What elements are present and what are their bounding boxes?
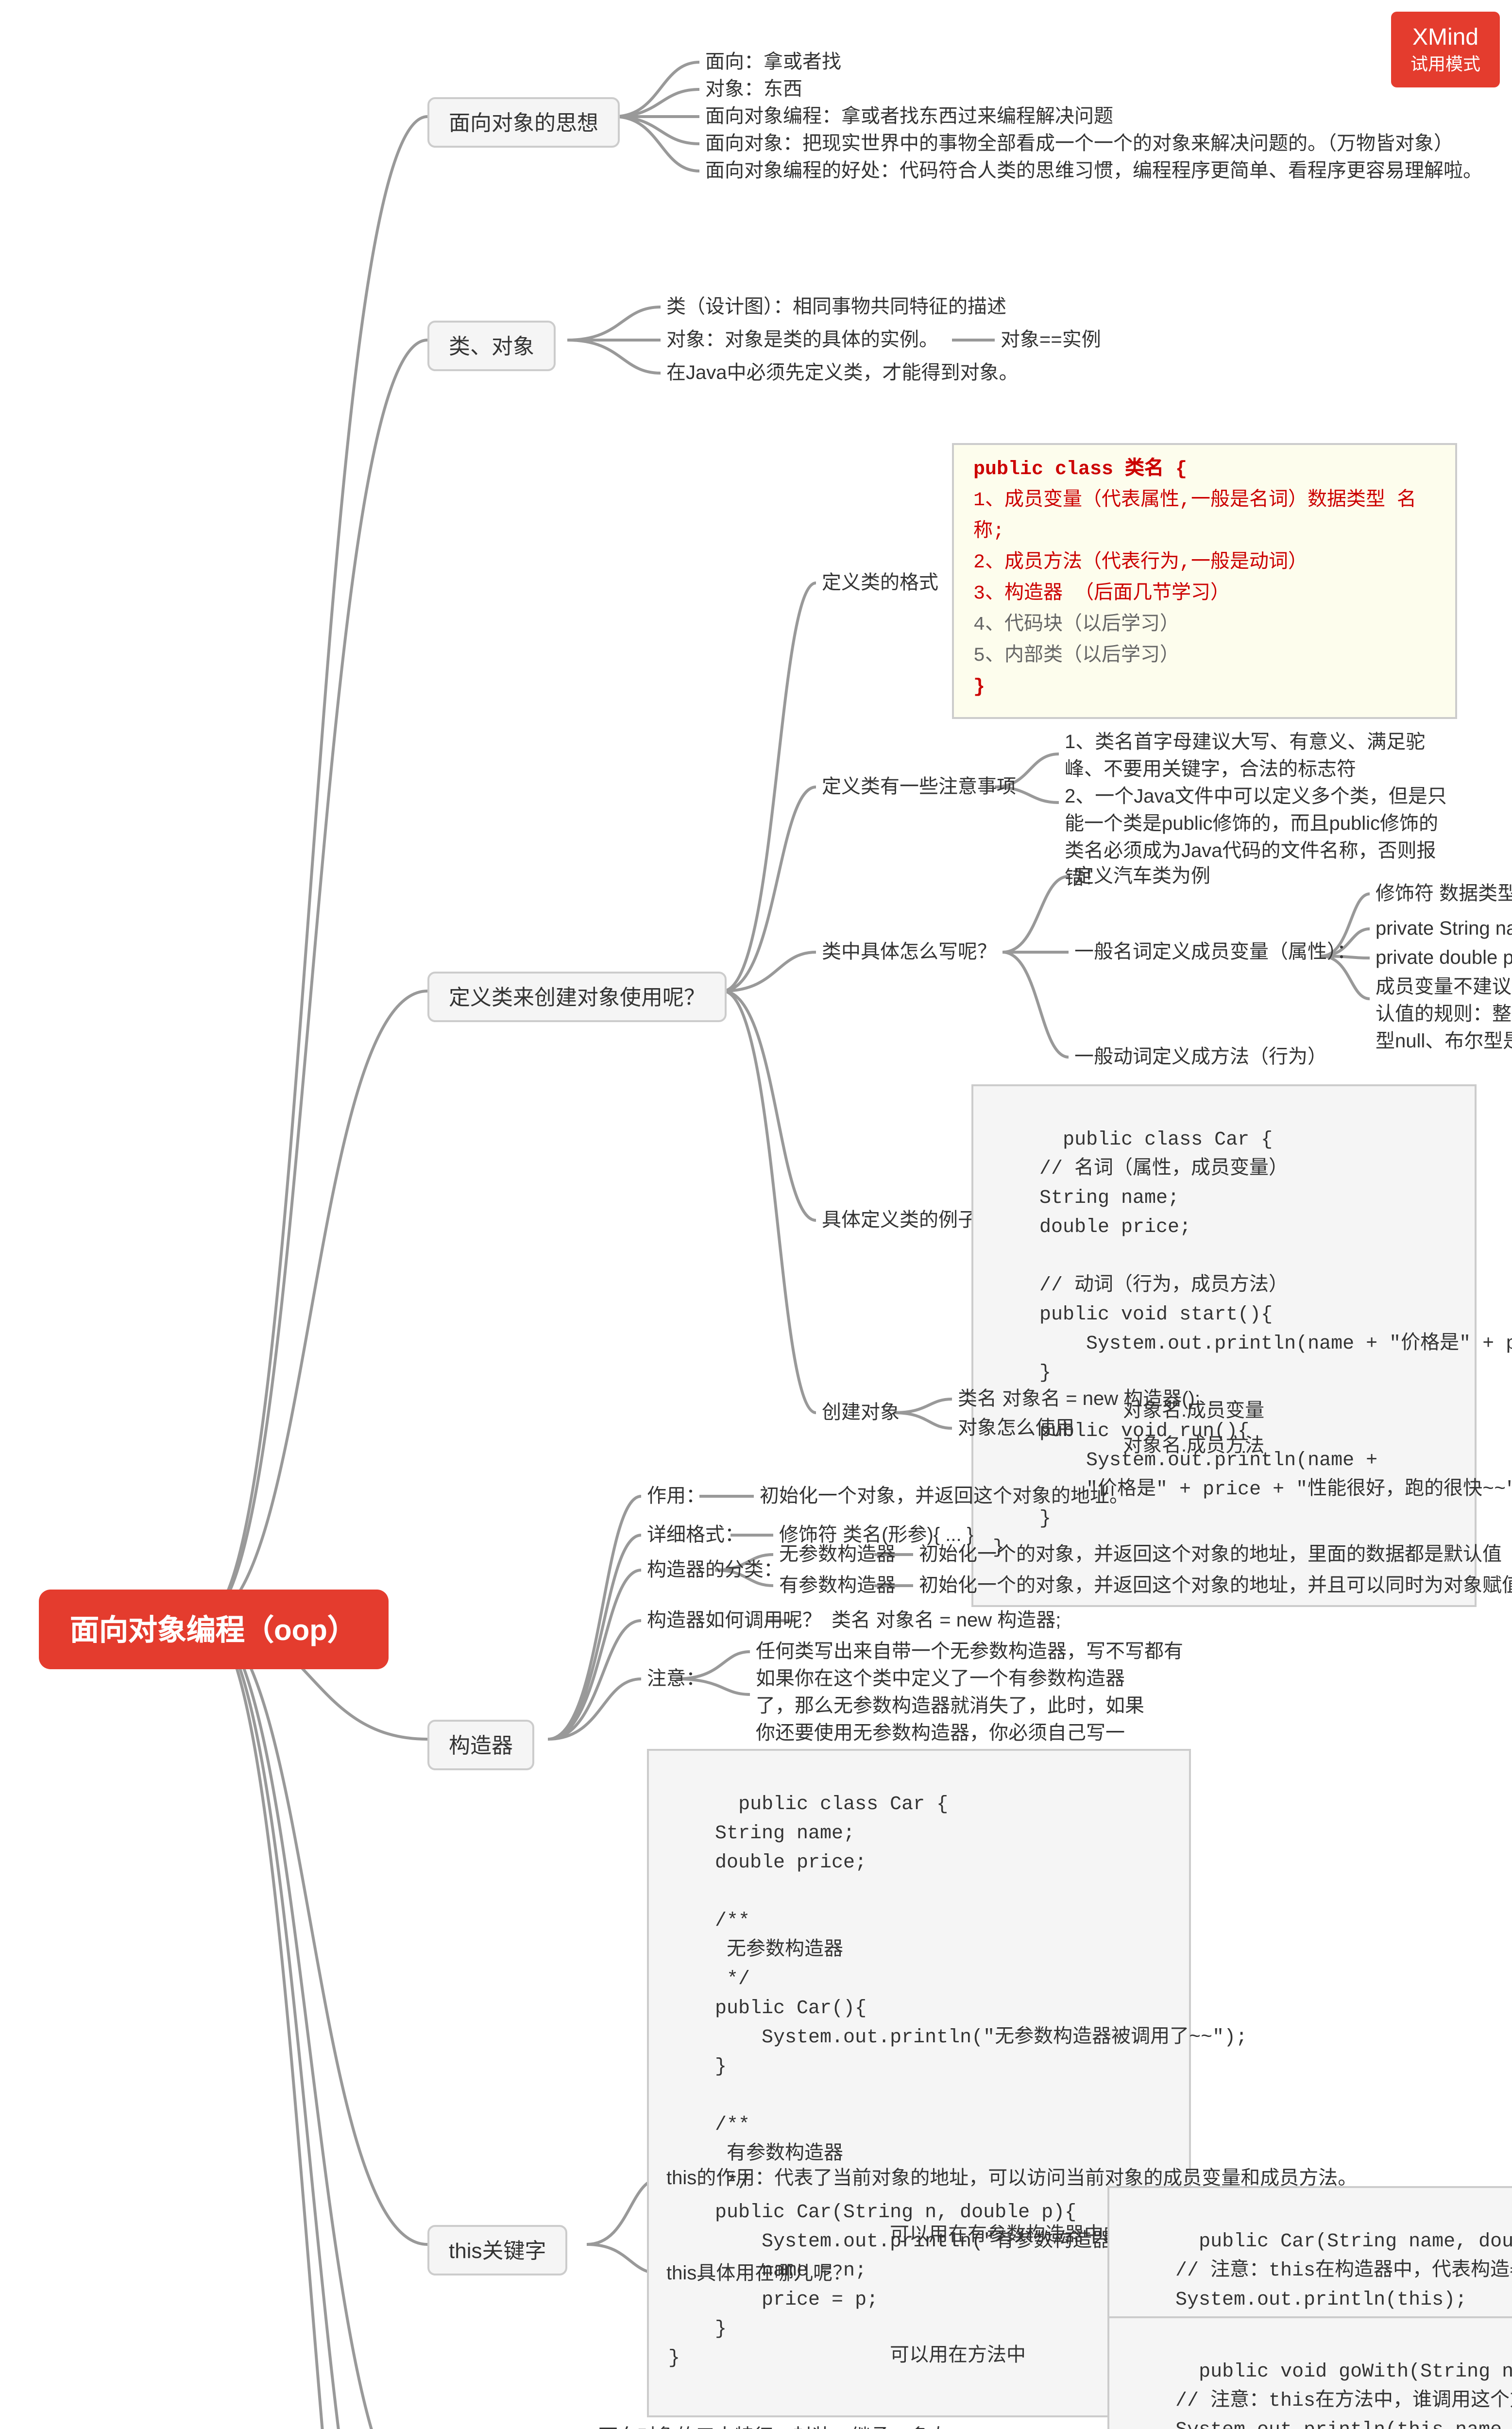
b4-c4: 构造器如何调用呢？	[647, 1609, 822, 1636]
b5-code2-text: public void goWith(String name){ // 注意：t…	[1129, 2363, 1512, 2429]
b1-c5: 面向对象编程的好处：代码符合人类的思维习惯，编程程序更简单、看程序更容易理解啦。	[705, 159, 1482, 187]
b3-n3c: 一般动词定义成方法（行为）	[1074, 1045, 1327, 1073]
c1-l4: 3、构造器 （后面几节学习）	[973, 581, 1436, 612]
c1-l7: }	[973, 674, 1436, 705]
xmind-badge: XMind 试用模式	[1391, 12, 1500, 87]
b3-n1: 定义类的格式	[822, 571, 938, 599]
c1-l3: 2、成员方法（代表行为,一般是动词）	[973, 550, 1436, 581]
b4-c1: 作用：	[647, 1485, 705, 1512]
b4-c4v: 类名 对象名 = new 构造器;	[832, 1609, 1061, 1636]
b3-n5: 创建对象	[822, 1401, 900, 1428]
b2-c2: 对象：对象是类的具体的实例。	[666, 328, 938, 356]
b3-n2: 定义类有一些注意事项	[822, 775, 1016, 803]
b5-c2a: 可以用在有参数构造器中的	[890, 2223, 1123, 2250]
b4-c5: 注意：	[647, 1667, 705, 1694]
c1-l6: 5、内部类（以后学习）	[973, 643, 1436, 674]
b1-c1: 面向：拿或者找	[705, 51, 841, 78]
c1-l2: 1、成员变量（代表属性,一般是名词）数据类型 名称;	[973, 488, 1436, 550]
b3-n3b2: private String name;	[1376, 917, 1512, 944]
b2-title[interactable]: 类、对象	[427, 321, 556, 371]
b5-c2b: 可以用在方法中	[890, 2343, 1026, 2371]
b3-n3b1: 修饰符 数据类型 变量名称 = 初始值；	[1376, 882, 1512, 909]
b4-c3: 构造器的分类：	[647, 1558, 783, 1586]
b6-c1: 面向对象的三大特征：封装、继承、多态。	[598, 2425, 968, 2429]
b2-c1: 类（设计图）：相同事物共同特征的描述	[666, 295, 1006, 323]
b4-c5a: 任何类写出来自带一个无参数构造器，写不写都有	[756, 1640, 1183, 1667]
b3-n4: 具体定义类的例子	[822, 1209, 977, 1236]
b3-n3b: 一般名词定义成员变量（属性）：	[1074, 941, 1356, 968]
b3-n5b1: 对象名.成员变量	[1123, 1399, 1264, 1426]
mode: 试用模式	[1410, 51, 1480, 76]
b5-c2: this具体用在哪儿呢？	[666, 2262, 852, 2289]
b3-n3: 类中具体怎么写呢？	[822, 941, 997, 968]
b4-c2: 详细格式：	[647, 1523, 744, 1551]
b3-n3a: 定义汽车类为例	[1074, 865, 1210, 892]
b3-n3b3: private double price;	[1376, 946, 1512, 974]
b4-c3bv: 初始化一个的对象，并返回这个对象的地址，并且可以同时为对象赋值。	[919, 1574, 1512, 1601]
b1-c2: 对象：东西	[705, 78, 802, 105]
c1-l1: public class 类名 {	[973, 457, 1436, 488]
c1-l5: 4、代码块（以后学习）	[973, 612, 1436, 643]
b3-code1: public class 类名 { 1、成员变量（代表属性,一般是名词）数据类型…	[952, 443, 1457, 719]
b3-title[interactable]: 定义类来创建对象使用呢？	[427, 972, 727, 1022]
b3-code2: public class Car { // 名词（属性，成员变量） String…	[971, 1084, 1477, 1607]
b4-title[interactable]: 构造器	[427, 1720, 534, 1770]
b1-c3: 面向对象编程：拿或者找东西过来编程解决问题	[705, 105, 1113, 132]
b1-title[interactable]: 面向对象的思想	[427, 97, 620, 148]
b5-code2: public void goWith(String name){ // 注意：t…	[1107, 2316, 1512, 2429]
b2-c2b: 对象==实例	[1001, 328, 1101, 356]
b4-c3av: 初始化一个的对象，并返回这个对象的地址，里面的数据都是默认值	[919, 1543, 1502, 1570]
b3-n5b2: 对象名.成员方法	[1123, 1434, 1264, 1461]
b4-c3a: 无参数构造器	[779, 1543, 896, 1570]
b3-n5b: 对象怎么使用	[958, 1417, 1074, 1444]
b3-n3b4: 成员变量不建议给初始化值，存在默认值，默认值的规则：整型是0、浮点型是0.0 引…	[1376, 975, 1512, 1057]
b4-c1v: 初始化一个对象，并返回这个对象的地址。	[760, 1485, 1129, 1512]
b4-c3b: 有参数构造器	[779, 1574, 896, 1601]
brand: XMind	[1410, 23, 1480, 51]
b5-title[interactable]: this关键字	[427, 2225, 568, 2275]
b2-c3: 在Java中必须先定义类，才能得到对象。	[666, 361, 1019, 389]
b3-n2a: 1、类名首字母建议大写、有意义、满足驼峰、不要用关键字，合法的标志符	[1065, 731, 1434, 785]
root-node[interactable]: 面向对象编程（oop）	[39, 1590, 388, 1669]
b1-c4: 面向对象：把现实世界中的事物全部看成一个一个的对象来解决问题的。（万物皆对象）	[705, 132, 1453, 159]
